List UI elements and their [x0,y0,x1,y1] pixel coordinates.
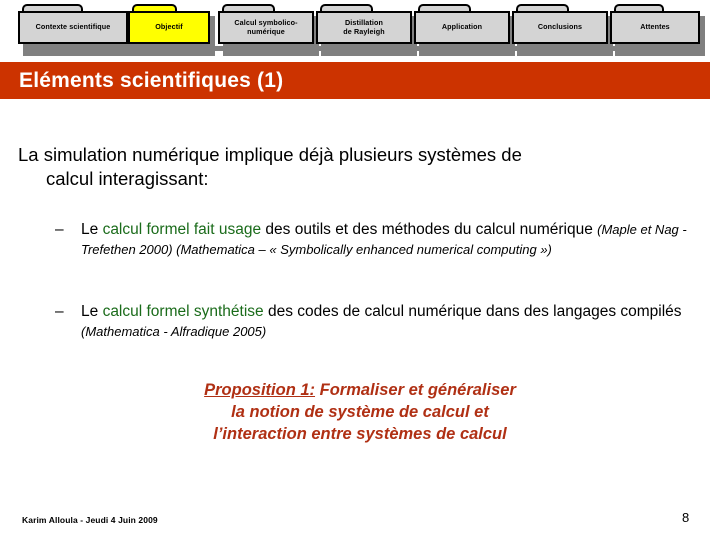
nav-tab-body: Application [414,11,510,44]
nav-tab-label: Calcul symbolico-numérique [234,18,298,36]
bullet-text: Le calcul formel synthétise des codes de… [55,302,695,342]
nav-tab-body: Attentes [610,11,700,44]
nav-tab-label: Application [441,22,483,32]
tab-strip-shadow [28,46,700,51]
proposition-label: Proposition 1: [204,381,316,399]
proposition-line-3: l’interaction entre systèmes de calcul [213,424,507,443]
lead-paragraph: La simulation numérique implique déjà pl… [18,143,698,191]
nav-tab-body: Conclusions [512,11,608,44]
proposition-line-2: la notion de système de calcul et [231,402,489,421]
bullet-dash-icon: – [55,303,64,320]
nav-tab-label: Attentes [640,22,670,32]
nav-tab-5[interactable]: Conclusions [512,4,613,56]
bullet-citation: (Mathematica - Alfradique 2005) [81,324,267,340]
bullet-highlight-text: calcul formel fait usage [102,221,262,238]
nav-tab-4[interactable]: Application [414,4,515,56]
footer-author-date: Karim Alloula - Jeudi 4 Juin 2009 [22,515,158,525]
bullet-highlight-text: calcul formel synthétise [102,303,264,320]
page-title: Eléments scientifiques (1) [19,68,284,92]
bullet-post-text: des codes de calcul numérique dans des l… [263,303,682,320]
proposition-line-1: Formaliser et généraliser [315,381,516,399]
nav-tab-1[interactable]: Objectif [128,4,215,56]
nav-tab-6[interactable]: Attentes [610,4,705,56]
slide-content: La simulation numérique implique déjà pl… [0,99,720,499]
bullet-item: – Le calcul formel fait usage des outils… [55,220,695,260]
bullet-post-text: des outils et des méthodes du calcul num… [261,221,598,238]
nav-tab-body: Distillation de Rayleigh [316,11,412,44]
nav-tab-label: Contexte scientifique [35,22,111,32]
slide-title-banner: Eléments scientifiques (1) [0,62,710,99]
bullet-dash-icon: – [55,221,64,238]
nav-tab-2[interactable]: Calcul symbolico-numérique [218,4,319,56]
bullet-item: – Le calcul formel synthétise des codes … [55,302,695,342]
nav-tab-body: Contexte scientifique [18,11,128,44]
bullet-pre-text: Le [81,221,103,238]
lead-line-2: calcul interagissant: [46,168,209,190]
nav-tab-0[interactable]: Contexte scientifique [18,4,133,56]
nav-tab-label: Conclusions [537,22,583,32]
nav-tab-3[interactable]: Distillation de Rayleigh [316,4,417,56]
navigation-tab-strip: Contexte scientifique Objectif Calcul symb… [0,0,720,56]
lead-line-1: La simulation numérique implique déjà pl… [18,144,522,165]
nav-tab-label: Distillation de Rayleigh [343,18,385,36]
nav-tab-body: Calcul symbolico-numérique [218,11,314,44]
nav-tab-body: Objectif [128,11,210,44]
proposition-block: Proposition 1: Formaliser et généraliser… [120,380,600,446]
bullet-text: Le calcul formel fait usage des outils e… [55,220,695,260]
footer-page-number: 8 [682,510,690,525]
nav-tab-label: Objectif [155,22,183,32]
bullet-pre-text: Le [81,303,103,320]
